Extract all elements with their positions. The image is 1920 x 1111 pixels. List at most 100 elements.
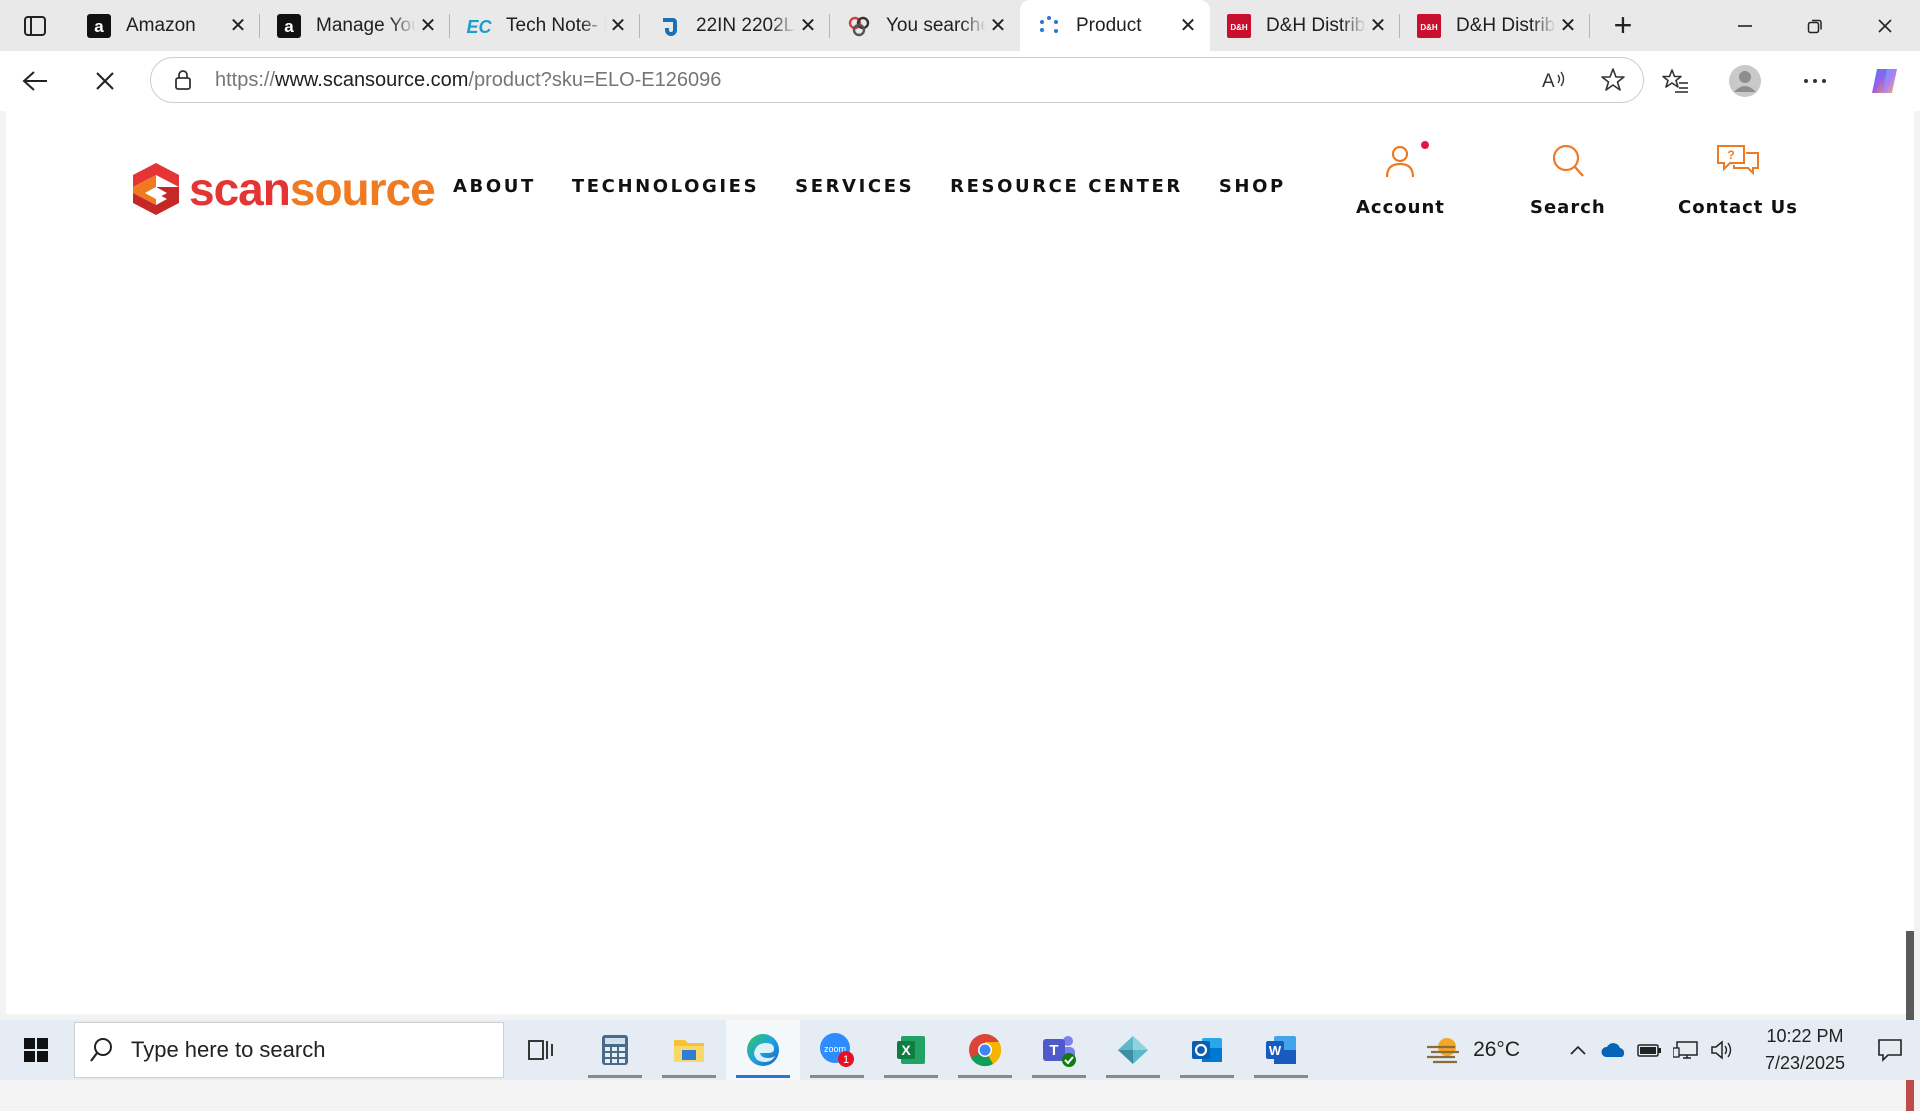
nav-resource-center[interactable]: RESOURCE CENTER xyxy=(950,176,1183,197)
close-tab-icon[interactable]: ✕ xyxy=(1366,14,1390,38)
search-icon xyxy=(1551,135,1585,187)
close-icon xyxy=(96,72,114,90)
notifications-button[interactable] xyxy=(1860,1038,1920,1062)
svg-text:T: T xyxy=(1049,1042,1058,1059)
tab-product[interactable]: Product ✕ xyxy=(1020,0,1210,51)
svg-text:?: ? xyxy=(1727,148,1734,162)
lock-icon[interactable] xyxy=(151,69,215,91)
url-text[interactable]: https://www.scansource.com/product?sku=E… xyxy=(215,69,721,92)
more-menu-button[interactable] xyxy=(1780,51,1850,111)
tab-title: D&H Distrib xyxy=(1266,14,1366,36)
outlook-icon xyxy=(1192,1038,1222,1062)
outlook-app[interactable] xyxy=(1170,1020,1244,1080)
dh-icon: D&H xyxy=(1226,13,1252,39)
word-icon: W xyxy=(1266,1036,1296,1064)
search-label: Search xyxy=(1530,197,1606,218)
notification-center-icon xyxy=(1878,1039,1902,1062)
contact-label: Contact Us xyxy=(1678,197,1799,218)
chrome-app[interactable] xyxy=(948,1020,1022,1080)
tab-22in[interactable]: 22IN 2202L M ✕ xyxy=(640,0,830,51)
notification-dot xyxy=(1421,141,1430,149)
excel-icon: X xyxy=(897,1036,925,1064)
tab-you-searched[interactable]: You searched ✕ xyxy=(830,0,1020,51)
battery-icon[interactable] xyxy=(1632,1042,1668,1058)
tab-actions-button[interactable] xyxy=(0,0,70,51)
show-hidden-icons-button[interactable] xyxy=(1560,1044,1596,1056)
close-tab-icon[interactable]: ✕ xyxy=(796,14,820,38)
nav-about[interactable]: ABOUT xyxy=(453,176,536,197)
tab-tech-note[interactable]: EC Tech Note- E ✕ xyxy=(450,0,640,51)
back-button[interactable] xyxy=(0,51,70,111)
nav-shop[interactable]: SHOP xyxy=(1219,176,1286,197)
tab-title: 22IN 2202L M xyxy=(696,14,796,36)
nav-technologies[interactable]: TECHNOLOGIES xyxy=(572,176,759,197)
url-path: /product?sku=ELO-E126096 xyxy=(468,68,722,91)
account-button[interactable]: Account xyxy=(1356,135,1445,218)
onedrive-icon[interactable] xyxy=(1596,1041,1632,1059)
teams-app[interactable]: T xyxy=(1022,1020,1096,1080)
loading-dots-icon xyxy=(1036,13,1062,39)
clock[interactable]: 10:22 PM 7/23/2025 xyxy=(1750,1023,1860,1077)
tab-dh-2[interactable]: D&H D&H Distrib ✕ xyxy=(1400,0,1590,51)
tab-title: Manage Your xyxy=(316,14,416,36)
volume-icon[interactable] xyxy=(1704,1040,1740,1060)
blue-hook-icon xyxy=(656,13,682,39)
stop-loading-button[interactable] xyxy=(70,51,140,111)
close-tab-icon[interactable]: ✕ xyxy=(1556,14,1580,38)
word-app[interactable]: W xyxy=(1244,1020,1318,1080)
tab-manage-your[interactable]: a Manage Your ✕ xyxy=(260,0,450,51)
close-tab-icon[interactable]: ✕ xyxy=(986,14,1010,38)
windows-taskbar: Type here to search zoom 1 X T W 26°C 10:… xyxy=(0,1020,1920,1080)
favorites-button[interactable] xyxy=(1640,51,1710,111)
minimize-button[interactable] xyxy=(1710,0,1780,51)
svg-text:D&H: D&H xyxy=(1230,23,1248,32)
amazon-icon: a xyxy=(276,13,302,39)
windows-logo-icon xyxy=(24,1038,48,1062)
browser-toolbar: https://www.scansource.com/product?sku=E… xyxy=(0,51,1920,111)
task-view-button[interactable] xyxy=(504,1020,578,1080)
address-bar[interactable]: https://www.scansource.com/product?sku=E… xyxy=(150,57,1644,103)
close-window-button[interactable] xyxy=(1850,0,1920,51)
web-page: scansource ABOUT TECHNOLOGIES SERVICES R… xyxy=(6,111,1914,1111)
svg-text:a: a xyxy=(94,17,104,36)
tab-amazon[interactable]: a Amazon ✕ xyxy=(70,0,260,51)
file-explorer-app[interactable] xyxy=(652,1020,726,1080)
main-nav: ABOUT TECHNOLOGIES SERVICES RESOURCE CEN… xyxy=(453,176,1322,197)
avatar xyxy=(1729,65,1761,97)
temperature-text: 26°C xyxy=(1473,1038,1520,1061)
zoom-app[interactable]: zoom 1 xyxy=(800,1020,874,1080)
nav-services[interactable]: SERVICES xyxy=(795,176,914,197)
svg-text:a: a xyxy=(284,17,294,36)
start-button[interactable] xyxy=(0,1020,72,1080)
close-tab-icon[interactable]: ✕ xyxy=(606,14,630,38)
scansource-logo[interactable]: scansource xyxy=(131,159,436,219)
search-icon xyxy=(90,1038,112,1062)
account-label: Account xyxy=(1356,197,1445,218)
calculator-app[interactable] xyxy=(578,1020,652,1080)
tab-dh-1[interactable]: D&H D&H Distrib ✕ xyxy=(1210,0,1400,51)
network-icon[interactable] xyxy=(1668,1040,1704,1060)
favorite-star-icon[interactable] xyxy=(1583,67,1643,93)
copilot-button[interactable] xyxy=(1850,51,1920,111)
site-search-button[interactable]: Search xyxy=(1530,135,1606,218)
profile-button[interactable] xyxy=(1710,51,1780,111)
excel-app[interactable]: X xyxy=(874,1020,948,1080)
url-scheme: https:// xyxy=(215,68,276,91)
restore-button[interactable] xyxy=(1780,0,1850,51)
dh-icon: D&H xyxy=(1416,13,1442,39)
edge-app[interactable] xyxy=(726,1020,800,1080)
generic-app[interactable] xyxy=(1096,1020,1170,1080)
close-tab-icon[interactable]: ✕ xyxy=(416,14,440,38)
svg-text:EC: EC xyxy=(466,17,492,37)
taskbar-search-box[interactable]: Type here to search xyxy=(74,1022,504,1078)
svg-text:A: A xyxy=(1542,71,1555,91)
tab-title: Product xyxy=(1076,14,1142,36)
close-tab-icon[interactable]: ✕ xyxy=(1176,14,1200,38)
contact-us-button[interactable]: ? Contact Us xyxy=(1678,135,1798,218)
read-aloud-icon[interactable]: A xyxy=(1523,69,1583,91)
diamond-app-icon xyxy=(1118,1036,1148,1064)
weather-widget[interactable]: 26°C xyxy=(1425,1033,1520,1067)
close-tab-icon[interactable]: ✕ xyxy=(226,14,250,38)
new-tab-button[interactable]: + xyxy=(1590,0,1656,51)
teams-icon: T xyxy=(1043,1036,1076,1067)
